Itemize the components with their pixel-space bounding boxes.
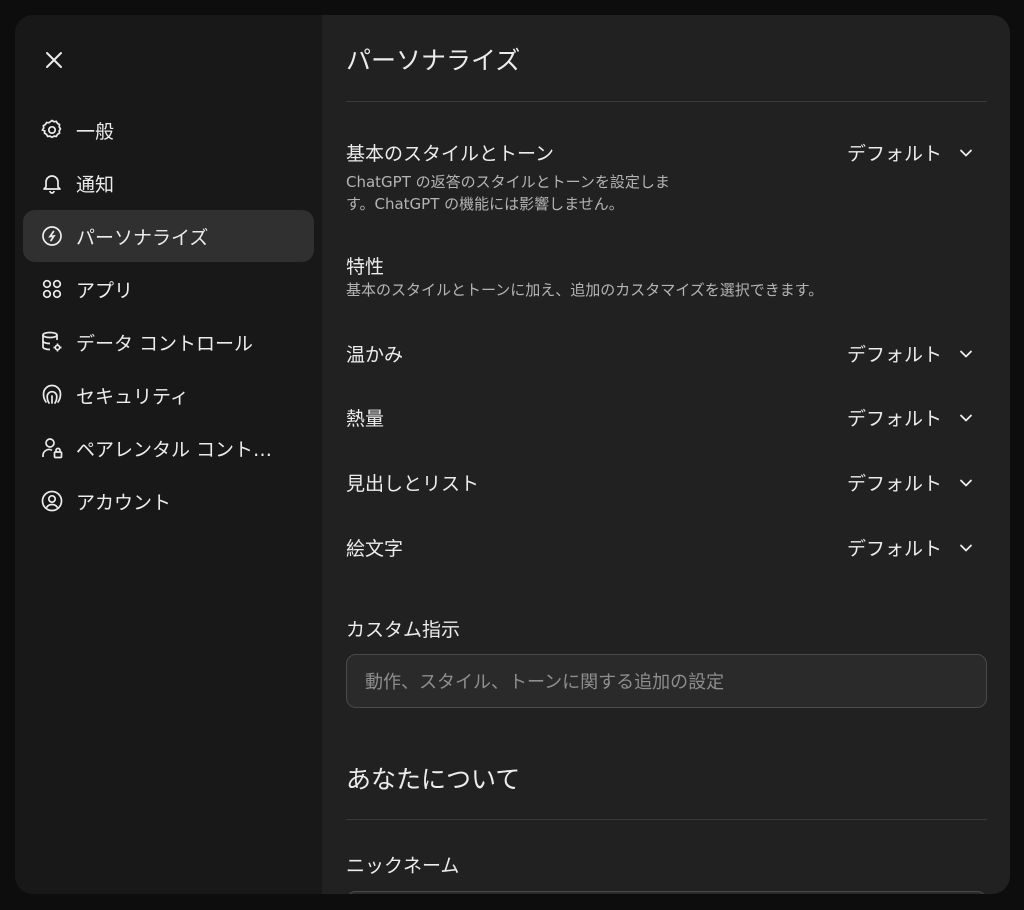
sidebar-item-general[interactable]: 一般 [23,104,314,156]
sidebar-item-apps[interactable]: アプリ [23,263,314,315]
sidebar-item-label: アプリ [76,279,134,302]
traits-description: 基本のスタイルとトーンに加え、追加のカスタマイズを選択できます。 [346,281,824,299]
settings-sidebar: 一般 通知 パーソナライズ アプリ データ コントロール セキュリティ ペアレン… [15,15,322,894]
database-gear-icon [40,330,64,354]
apps-grid-icon [40,277,64,301]
trait-emoji-label: 絵文字 [346,538,404,560]
sidebar-item-label: データ コントロール [76,332,254,355]
trait-warmth-dropdown[interactable]: デフォルト [847,340,974,367]
sidebar-item-account[interactable]: アカウント [23,475,314,527]
base-style-description: ChatGPT の返答のスタイルとトーンを設定しま す。ChatGPT の機能に… [346,171,670,215]
trait-enthusiasm-label: 熱量 [346,408,385,430]
page-title: パーソナライズ [346,46,521,75]
custom-instructions-input[interactable]: 動作、スタイル、トーンに関する追加の設定 [346,654,987,708]
dropdown-value: デフォルト [846,143,942,165]
sidebar-item-parental-controls[interactable]: ペアレンタル コント… [23,422,314,474]
settings-content: パーソナライズ 基本のスタイルとトーン ChatGPT の返答のスタイルとトーン… [322,15,1010,894]
close-icon [46,52,62,68]
chevron-down-icon [958,145,974,161]
chevron-down-icon [958,540,974,556]
trait-enthusiasm-dropdown[interactable]: デフォルト [847,404,974,431]
sidebar-item-label: パーソナライズ [76,226,209,249]
dropdown-value: デフォルト [846,344,942,366]
nickname-input[interactable] [346,891,987,894]
custom-instructions-placeholder: 動作、スタイル、トーンに関する追加の設定 [365,672,725,693]
sidebar-item-notifications[interactable]: 通知 [23,157,314,209]
divider [346,819,987,820]
personalize-icon [40,224,64,248]
settings-modal: 一般 通知 パーソナライズ アプリ データ コントロール セキュリティ ペアレン… [15,15,1010,894]
sidebar-item-label: 通知 [76,173,115,196]
close-button[interactable] [39,45,69,75]
dropdown-value: デフォルト [846,473,942,495]
about-you-title: あなたについて [346,765,521,794]
sidebar-item-security[interactable]: セキュリティ [23,369,314,421]
trait-headings-lists-dropdown[interactable]: デフォルト [847,469,974,496]
fingerprint-icon [40,383,64,407]
bell-icon [40,171,64,195]
sidebar-item-label: 一般 [76,120,115,143]
trait-headings-lists-label: 見出しとリスト [346,473,480,495]
chevron-down-icon [958,475,974,491]
chevron-down-icon [958,346,974,362]
nickname-label: ニックネーム [346,855,460,877]
base-style-description-line: ChatGPT の返答のスタイルとトーンを設定しま [346,173,670,191]
dropdown-value: デフォルト [846,538,942,560]
base-style-description-line: す。ChatGPT の機能には影響しません。 [346,195,624,213]
divider [346,101,987,102]
parent-lock-icon [40,436,64,460]
account-circle-icon [40,489,64,513]
sidebar-item-data-controls[interactable]: データ コントロール [23,316,314,368]
dropdown-value: デフォルト [846,408,942,430]
settings-nav: 一般 通知 パーソナライズ アプリ データ コントロール セキュリティ ペアレン… [23,104,314,528]
sidebar-item-label: ペアレンタル コント… [76,438,273,461]
traits-label: 特性 [346,256,385,278]
trait-warmth-label: 温かみ [346,344,404,366]
sidebar-item-label: アカウント [76,491,172,514]
chevron-down-icon [958,410,974,426]
gear-icon [40,118,64,142]
base-style-dropdown[interactable]: デフォルト [847,139,974,166]
sidebar-item-personalize[interactable]: パーソナライズ [23,210,314,262]
sidebar-item-label: セキュリティ [76,385,189,408]
base-style-label: 基本のスタイルとトーン [346,143,555,165]
custom-instructions-label: カスタム指示 [346,619,461,641]
trait-emoji-dropdown[interactable]: デフォルト [847,534,974,561]
